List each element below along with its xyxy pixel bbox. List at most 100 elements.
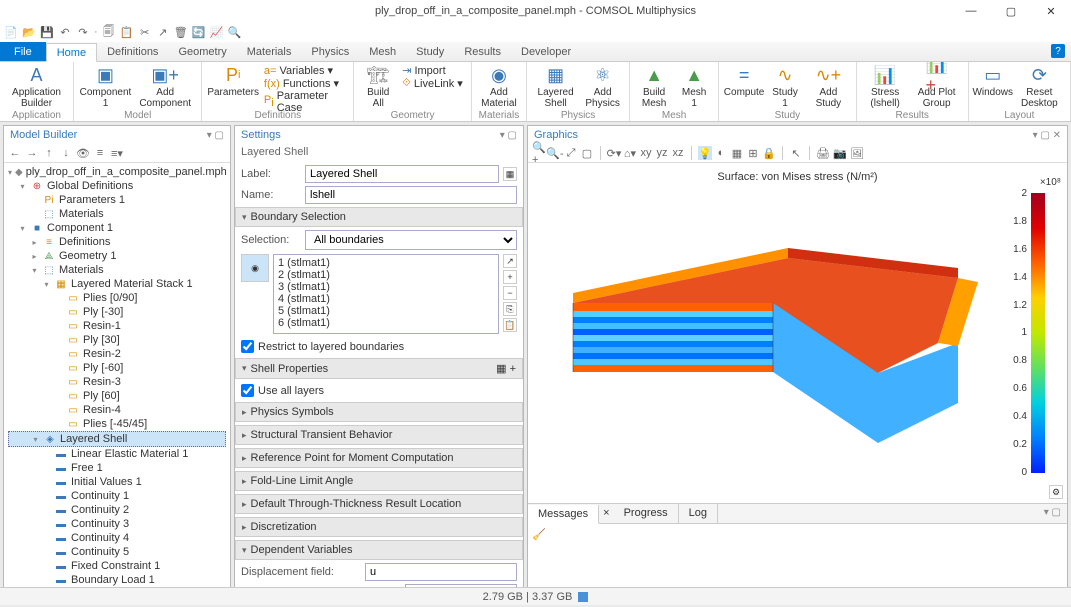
show-icon[interactable]: 👁 <box>76 146 90 160</box>
tree-item[interactable]: ▭Ply [-60] <box>8 361 226 375</box>
tree-item[interactable]: ▾▦Layered Material Stack 1 <box>8 277 226 291</box>
use-all-layers-checkbox[interactable] <box>241 384 254 397</box>
filter-icon[interactable]: ≡ <box>93 146 107 160</box>
tab-materials[interactable]: Materials <box>237 42 302 61</box>
boundary-selection-header[interactable]: Boundary Selection <box>235 207 523 227</box>
copy-icon[interactable]: 🗐 <box>102 25 116 39</box>
shell-properties-header[interactable]: Shell Properties▦ + <box>235 358 523 379</box>
tab-study[interactable]: Study <box>406 42 454 61</box>
cut-icon[interactable]: ✂ <box>138 25 152 39</box>
section-header[interactable]: Structural Transient Behavior <box>235 425 523 445</box>
down-icon[interactable]: ↓ <box>59 146 73 160</box>
tree-item[interactable]: ▾■Component 1 <box>8 221 226 235</box>
add-study-button[interactable]: ∿+Add Study <box>807 64 850 109</box>
tree-item[interactable]: ⬚Materials <box>8 207 226 221</box>
zoom-box-icon[interactable]: ▢ <box>580 146 594 160</box>
tab-messages[interactable]: Messages <box>528 505 599 524</box>
livelink-button[interactable]: ⟐LiveLink▾ <box>400 77 465 90</box>
print-icon[interactable]: 🖨 <box>816 146 830 160</box>
tree-item[interactable]: ▸≡Definitions <box>8 235 226 249</box>
tree-item[interactable]: ▭Ply [30] <box>8 333 226 347</box>
tree-item[interactable]: ▬Fixed Constraint 1 <box>8 559 226 573</box>
functions-button[interactable]: f(x)Functions▾ <box>262 77 347 90</box>
layered-shell-button[interactable]: ▦Layered Shell <box>533 64 578 109</box>
build-mesh-button[interactable]: ▲Build Mesh <box>636 64 672 109</box>
reset-desktop-button[interactable]: ⟳Reset Desktop <box>1015 64 1064 109</box>
disp-field-input[interactable] <box>365 563 517 581</box>
section-header[interactable]: Dependent Variables <box>235 540 523 560</box>
tree-item[interactable]: ▬Boundary Load 1 <box>8 573 226 587</box>
tree-item[interactable]: ▭Ply [-30] <box>8 305 226 319</box>
tab-developer[interactable]: Developer <box>511 42 581 61</box>
remove-icon[interactable]: − <box>503 286 517 300</box>
tree-item[interactable]: ▬Continuity 4 <box>8 531 226 545</box>
add-physics-button[interactable]: ⚛Add Physics <box>582 64 623 109</box>
add-material-button[interactable]: ◉Add Material <box>478 64 520 109</box>
tab-geometry[interactable]: Geometry <box>168 42 236 61</box>
label-input[interactable] <box>305 165 499 183</box>
restrict-checkbox[interactable] <box>241 340 254 353</box>
parameters-button[interactable]: PiParameters <box>208 64 258 98</box>
fwd-icon[interactable]: → <box>25 146 39 160</box>
mesh-button[interactable]: ▲Mesh 1 <box>676 64 712 109</box>
tree-item[interactable]: ▬Linear Elastic Material 1 <box>8 447 226 461</box>
model-tree[interactable]: ▾◆ply_drop_off_in_a_composite_panel.mph▾… <box>4 163 230 603</box>
section-header[interactable]: Default Through-Thickness Result Locatio… <box>235 494 523 514</box>
open-icon[interactable]: 📂 <box>22 25 36 39</box>
broom-icon[interactable]: 🧹 <box>532 529 546 541</box>
transparency-icon[interactable]: ◐ <box>714 146 728 160</box>
more-icon[interactable]: ≡▾ <box>110 146 124 160</box>
image-export-icon[interactable]: 🖼 <box>850 146 864 160</box>
refresh-icon[interactable]: 🔄 <box>192 25 206 39</box>
view-yz-icon[interactable]: yz <box>655 146 669 160</box>
close-button[interactable]: ✕ <box>1031 0 1071 22</box>
goto-default-icon[interactable]: ⌂▾ <box>623 146 637 160</box>
select-icon[interactable]: ↖ <box>789 146 803 160</box>
back-icon[interactable]: ← <box>8 146 22 160</box>
panel-menu-icon[interactable]: ▾ ▢ <box>207 130 224 141</box>
tree-item[interactable]: ▭Resin-3 <box>8 375 226 389</box>
save-icon[interactable]: 💾 <box>40 25 54 39</box>
section-header[interactable]: Discretization <box>235 517 523 537</box>
section-header[interactable]: Physics Symbols <box>235 402 523 422</box>
tree-item[interactable]: ▬Continuity 1 <box>8 489 226 503</box>
windows-button[interactable]: ▭Windows <box>975 64 1011 98</box>
selection-list[interactable]: 1 (stlmat1)2 (stlmat1)3 (stlmat1)4 (stlm… <box>273 254 499 334</box>
tab-home[interactable]: Home <box>46 43 97 62</box>
redo-icon[interactable]: ↷ <box>76 25 90 39</box>
panel-menu-icon[interactable]: ▾ ▢ <box>500 130 517 141</box>
name-input[interactable] <box>305 186 517 204</box>
tree-item[interactable]: ▸⟁Geometry 1 <box>8 249 226 263</box>
tree-item[interactable]: ▾⊕Global Definitions <box>8 179 226 193</box>
view-xy-icon[interactable]: xy <box>639 146 653 160</box>
up-icon[interactable]: ↑ <box>42 146 56 160</box>
import-button[interactable]: ⇥Import <box>400 64 465 77</box>
application-builder-button[interactable]: AApplication Builder <box>6 64 67 109</box>
active-toggle-button[interactable]: ◉ <box>241 254 269 282</box>
minimize-button[interactable]: — <box>951 0 991 22</box>
add-icon[interactable]: + <box>503 270 517 284</box>
tree-item[interactable]: ▬Continuity 5 <box>8 545 226 559</box>
tree-item[interactable]: ▭Ply [60] <box>8 389 226 403</box>
wireframe-icon[interactable]: ▦ <box>730 146 744 160</box>
tree-item[interactable]: ▭Resin-2 <box>8 347 226 361</box>
scene-light-icon[interactable]: 💡 <box>698 146 712 160</box>
tree-item[interactable]: ▭Plies [-45/45] <box>8 417 226 431</box>
tab-definitions[interactable]: Definitions <box>97 42 168 61</box>
section-header[interactable]: Fold-Line Limit Angle <box>235 471 523 491</box>
selection-dropdown[interactable]: All boundaries <box>305 230 517 250</box>
compute-button[interactable]: =Compute <box>725 64 763 98</box>
section-header[interactable]: Reference Point for Moment Computation <box>235 448 523 468</box>
zoom-in-icon[interactable]: 🔍+ <box>532 146 546 160</box>
tree-item[interactable]: PiParameters 1 <box>8 193 226 207</box>
graphics-canvas[interactable]: Surface: von Mises stress (N/m²) ×10⁸ <box>528 163 1067 503</box>
tab-log[interactable]: Log <box>679 504 718 523</box>
tree-item[interactable]: ▬Continuity 2 <box>8 503 226 517</box>
lock-icon[interactable]: 🔒 <box>762 146 776 160</box>
zoom-to-icon[interactable]: ↗ <box>503 254 517 268</box>
tree-item[interactable]: ▭Plies [0/90] <box>8 291 226 305</box>
tree-item[interactable]: ▬Free 1 <box>8 461 226 475</box>
add-component-button[interactable]: ▣+Add Component <box>135 64 195 109</box>
label-side-button[interactable]: ▦ <box>503 167 517 181</box>
build-all-button[interactable]: 🏗Build All <box>360 64 396 109</box>
